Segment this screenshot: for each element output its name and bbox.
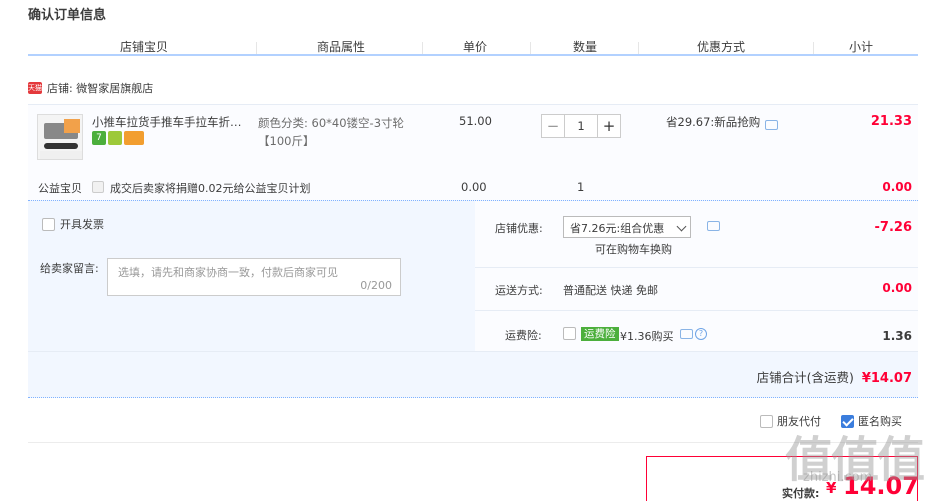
memo-textarea[interactable]: 选填，请先和商家协商一致，付款后商家可见 0/200 (107, 258, 401, 296)
divider (28, 351, 918, 352)
shop-discount-selected: 省7.26元:组合优惠 (570, 222, 665, 235)
invoice-checkbox[interactable] (42, 217, 55, 231)
shipping-cost: 0.00 (882, 281, 912, 295)
insurance-icons: ? (680, 328, 707, 340)
cart-image-part (44, 143, 78, 149)
chevron-down-icon (676, 221, 687, 232)
shop-total-amount: ¥14.07 (861, 371, 912, 386)
item-subtotal: 21.33 (870, 114, 912, 129)
column-header-subtotal: 小计 (849, 40, 874, 54)
cart-exchange-link[interactable]: 可在购物车换购 (595, 241, 672, 257)
product-thumbnail[interactable] (37, 114, 83, 160)
product-title-link[interactable]: 小推车拉货手推车手拉车折叠轻... (92, 114, 252, 130)
charity-label: 公益宝贝 (38, 182, 82, 195)
invoice-label: 开具发票 (60, 218, 104, 231)
column-divider (813, 42, 814, 54)
shipping-label: 运送方式: (495, 284, 543, 297)
divider (475, 310, 918, 311)
quantity-stepper: − 1 + (541, 114, 621, 138)
memo-char-count: 0/200 (360, 279, 392, 292)
shop-total-label: 店铺合计(含运费) (756, 370, 854, 385)
insurance-label: 运费险: (505, 329, 542, 342)
service-icons: 7 (92, 131, 144, 145)
table-header: 店铺宝贝 商品属性 单价 数量 优惠方式 小计 (28, 38, 918, 56)
memo-placeholder: 选填，请先和商家协商一致，付款后商家可见 (118, 266, 338, 279)
message-icon[interactable] (707, 220, 720, 234)
shipping-method: 普通配送 快递 免邮 (563, 284, 658, 297)
charity-checkbox (92, 181, 104, 196)
watermark-text: zhizhi.com (803, 470, 873, 485)
service-badge-icon[interactable] (108, 131, 122, 145)
column-divider (530, 42, 531, 54)
cart-image-part (40, 151, 82, 159)
column-header-discount: 优惠方式 (697, 40, 746, 54)
column-header-item: 店铺宝贝 (120, 40, 169, 54)
column-header-quantity: 数量 (573, 40, 598, 54)
shop-discount-select[interactable]: 省7.26元:组合优惠 (563, 216, 691, 238)
quantity-input[interactable]: 1 (565, 114, 597, 138)
shop-discount-value: -7.26 (874, 220, 912, 235)
shop-row: 天猫 店铺: 微智家居旗舰店 (28, 80, 153, 96)
column-divider (638, 42, 639, 54)
message-icon-shape (707, 221, 720, 231)
cart-image-part (64, 119, 80, 133)
shop-name[interactable]: 店铺: 微智家居旗舰店 (47, 80, 153, 96)
message-icon[interactable] (680, 329, 693, 339)
checkbox-icon (92, 181, 104, 193)
increase-button[interactable]: + (597, 114, 621, 138)
shop-discount-label: 店铺优惠: (495, 222, 543, 235)
insurance-cost: 1.36 (882, 329, 912, 343)
help-icon[interactable]: ? (695, 328, 707, 340)
column-divider (422, 42, 423, 54)
insurance-checkbox[interactable] (563, 327, 576, 343)
product-attributes: 颜色分类: 60*40镂空-3寸轮【100斤】 (258, 116, 405, 148)
unit-price: 51.00 (459, 114, 492, 128)
column-header-attributes: 商品属性 (317, 40, 366, 54)
divider (475, 267, 918, 268)
discount-text: 省29.67:新品抢购 (666, 115, 761, 129)
charity-price: 0.00 (461, 180, 487, 194)
charity-text: 成交后卖家将捐赠0.02元给公益宝贝计划 (110, 182, 311, 195)
insurance-tag: 运费险 (581, 327, 619, 341)
credit-card-icon[interactable] (124, 131, 144, 145)
message-icon[interactable] (765, 120, 779, 130)
page-title: 确认订单信息 (28, 8, 107, 23)
shop-total: 店铺合计(含运费) ¥14.07 (757, 367, 912, 386)
friend-pay-checkbox[interactable] (760, 414, 773, 428)
insurance-price-text: ¥1.36购买 (620, 330, 674, 343)
column-divider (256, 42, 257, 54)
invoice-option[interactable]: 开具发票 (42, 216, 104, 232)
column-header-price: 单价 (463, 40, 488, 54)
charity-subtotal: 0.00 (882, 180, 912, 194)
seven-day-return-icon[interactable]: 7 (92, 131, 106, 145)
item-discount: 省29.67:新品抢购 (666, 114, 779, 130)
checkbox-icon (563, 327, 576, 340)
memo-label: 给卖家留言: (40, 262, 99, 275)
charity-quantity: 1 (577, 180, 585, 194)
decrease-button[interactable]: − (541, 114, 565, 138)
tmall-icon: 天猫 (28, 82, 42, 94)
